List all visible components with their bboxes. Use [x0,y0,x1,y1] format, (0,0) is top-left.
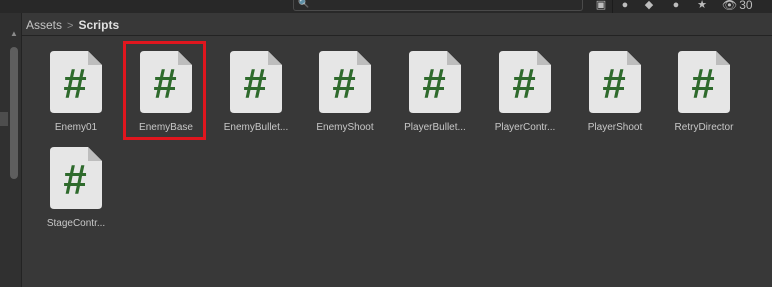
left-panel-edge: ▲ [0,13,22,287]
svg-text:#: # [243,60,266,107]
csharp-script-icon: # [499,51,551,113]
asset-label: EnemyBullet... [223,122,289,133]
asset-tile-stagecontroller[interactable]: # StageContr... [31,143,121,235]
selection-highlight [123,41,206,140]
breadcrumb-scripts[interactable]: Scripts [78,18,119,32]
scrollbar-thumb[interactable] [10,47,18,179]
asset-tile-enemy01[interactable]: # Enemy01 [31,47,121,139]
svg-text:#: # [63,60,86,107]
scene-lock-icon[interactable]: ▣ [592,0,610,12]
search-input[interactable]: 🔍 [293,0,583,11]
asset-label: StageContr... [46,218,106,229]
eye-icon: 👁 [722,0,738,12]
asset-tile-retrydirector[interactable]: # RetryDirector [659,47,749,139]
svg-text:#: # [332,60,355,107]
error-icon[interactable]: ● [667,0,685,12]
search-icon: 🔍 [298,0,310,8]
asset-label: RetryDirector [674,122,734,133]
project-toolbar: 🔍 ▣ ● ◆ ● ★ 👁 30 [0,0,772,13]
asset-type-icon[interactable]: ● [616,0,634,12]
asset-tile-enemyshoot[interactable]: # EnemyShoot [300,47,390,139]
toolbar-separator [612,0,613,13]
asset-tile-playercontroller[interactable]: # PlayerContr... [480,47,570,139]
asset-tile-playershoot[interactable]: # PlayerShoot [570,47,660,139]
visible-count: 30 [739,0,753,12]
asset-label: PlayerContr... [494,122,556,133]
asset-label: PlayerBullet... [404,122,466,133]
csharp-script-icon: # [589,51,641,113]
svg-text:#: # [63,156,86,203]
asset-tile-enemybullet[interactable]: # EnemyBullet... [211,47,301,139]
csharp-script-icon: # [678,51,730,113]
csharp-script-icon: # [230,51,282,113]
svg-text:#: # [602,60,625,107]
header-divider [22,35,772,36]
svg-text:#: # [512,60,535,107]
svg-text:#: # [422,60,445,107]
scroll-up-arrow-icon[interactable]: ▲ [10,29,18,38]
visibility-count[interactable]: 👁 30 [722,0,753,12]
favorite-star-icon[interactable]: ★ [693,0,711,12]
asset-tile-playerbullet[interactable]: # PlayerBullet... [390,47,480,139]
breadcrumb: Assets > Scripts [26,17,119,33]
asset-label: Enemy01 [54,122,98,133]
asset-label: EnemyShoot [316,122,374,133]
asset-label: PlayerShoot [587,122,643,133]
csharp-script-icon: # [409,51,461,113]
csharp-script-icon: # [50,147,102,209]
csharp-script-icon: # [319,51,371,113]
svg-text:#: # [691,60,714,107]
label-tag-icon[interactable]: ◆ [640,0,658,12]
folder-tree-marker [0,112,8,126]
csharp-script-icon: # [50,51,102,113]
breadcrumb-assets[interactable]: Assets [26,18,62,32]
breadcrumb-separator: > [67,20,74,32]
